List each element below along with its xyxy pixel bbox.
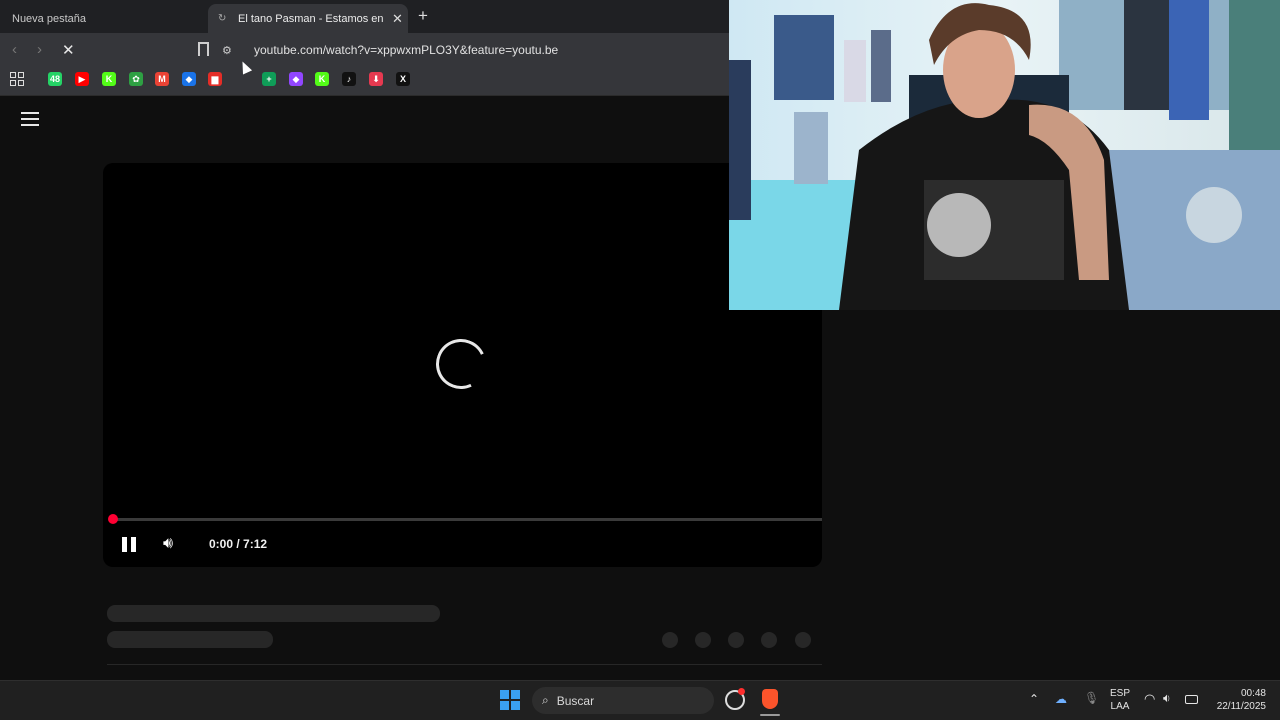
youtube-icon[interactable]: ▶: [75, 72, 89, 86]
volume-icon: 🔊︎: [163, 535, 174, 552]
app-icon[interactable]: ✿: [129, 72, 143, 86]
tab-title: Nueva pestaña: [12, 12, 86, 25]
divider: [107, 664, 822, 665]
action-skeleton: [662, 632, 678, 648]
keyboard-layout: LAA: [1110, 701, 1130, 712]
app-icon-purple[interactable]: ◆: [289, 72, 303, 86]
download-icon[interactable]: ⬇: [369, 72, 383, 86]
address-bar[interactable]: ⚙ youtube.com/watch?v=xppwxmPLO3Y&featur…: [222, 38, 727, 62]
kick-icon[interactable]: K: [315, 72, 329, 86]
loading-icon: ↻: [218, 12, 227, 24]
stop-loading-button[interactable]: ✕: [62, 41, 75, 59]
app-icon-blue[interactable]: ◆: [182, 72, 196, 86]
gmail-icon[interactable]: M: [155, 72, 169, 86]
apps-grid-icon[interactable]: [10, 72, 24, 86]
tab-title: El tano Pasman - Estamos en la B: [238, 12, 386, 25]
back-button[interactable]: ‹: [12, 41, 17, 58]
channel-skeleton: [107, 631, 273, 648]
site-info-icon[interactable]: ⚙: [222, 44, 238, 57]
action-skeleton: [795, 632, 811, 648]
action-skeleton: [695, 632, 711, 648]
progress-scrubber[interactable]: [108, 514, 118, 524]
search-placeholder: Buscar: [556, 693, 595, 708]
menu-icon[interactable]: [21, 112, 39, 130]
sheets-icon[interactable]: +: [262, 72, 276, 86]
clock-date: 22/11/2025: [1216, 701, 1266, 712]
title-skeleton: [107, 605, 440, 622]
tab-new-tab[interactable]: Nueva pestaña: [0, 4, 205, 33]
pause-button[interactable]: [122, 537, 136, 552]
pause-icon: [122, 537, 127, 552]
url-text: youtube.com/watch?v=xppwxmPLO3Y&feature=…: [254, 43, 559, 57]
webcam-picture: [729, 0, 1280, 310]
language-indicator[interactable]: ESP LAA: [1110, 687, 1130, 713]
windows-start-button[interactable]: [500, 690, 520, 710]
taskbar-search[interactable]: ⌕ Buscar: [532, 687, 714, 714]
x-icon[interactable]: X: [396, 72, 410, 86]
clock-time: 00:48: [1240, 688, 1266, 699]
microphone-icon[interactable]: 🎙︎: [1084, 692, 1099, 705]
new-tab-button[interactable]: +: [418, 6, 428, 26]
action-skeleton: [761, 632, 777, 648]
battery-icon[interactable]: [1185, 695, 1198, 704]
speaker-icon[interactable]: 🔉︎: [1163, 692, 1171, 705]
chevron-up-icon[interactable]: ⌃: [1029, 693, 1039, 706]
onedrive-icon[interactable]: ☁: [1055, 693, 1067, 706]
brave-browser-icon[interactable]: [762, 689, 778, 709]
analytics-icon[interactable]: ▆: [208, 72, 222, 86]
clock[interactable]: 00:48 22/11/2025: [1210, 687, 1266, 713]
close-tab-icon[interactable]: ✕: [392, 11, 403, 27]
progress-bar[interactable]: [112, 518, 822, 521]
kick-icon[interactable]: K: [102, 72, 116, 86]
wifi-icon[interactable]: ◠: [1144, 692, 1155, 705]
tiktok-icon[interactable]: ♪: [342, 72, 356, 86]
volume-button[interactable]: 🔊︎: [163, 535, 173, 553]
language-code: ESP: [1110, 688, 1131, 699]
action-skeleton: [728, 632, 744, 648]
search-icon: ⌕: [542, 693, 549, 707]
active-app-indicator: [760, 714, 780, 716]
bookmark-star-icon[interactable]: [198, 42, 209, 56]
time-display: 0:00 / 7:12: [209, 537, 268, 551]
webcam-overlay: [729, 0, 1280, 310]
whatsapp-icon[interactable]: 48: [48, 72, 62, 86]
tab-youtube-video[interactable]: ↻ El tano Pasman - Estamos en la B ✕: [208, 4, 408, 33]
notification-badge: [738, 688, 745, 695]
forward-button[interactable]: ›: [37, 41, 42, 58]
